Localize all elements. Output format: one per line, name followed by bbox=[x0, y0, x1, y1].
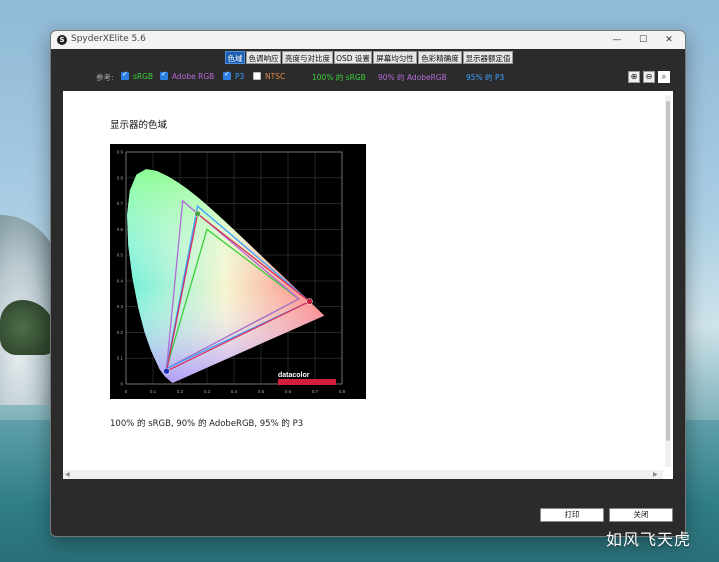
tab-brightness-contrast[interactable]: 亮度与对比度 bbox=[282, 51, 333, 64]
tab-color-accuracy[interactable]: 色彩精确度 bbox=[418, 51, 462, 64]
y-tick-label: 0.4 bbox=[117, 278, 124, 283]
y-tick-label: 0.1 bbox=[117, 356, 124, 361]
y-tick-label: 0.8 bbox=[117, 175, 124, 180]
reference-label: 参考: bbox=[96, 73, 114, 82]
title-bar[interactable]: S SpyderXElite 5.6 — ☐ ✕ bbox=[51, 31, 685, 49]
p3-label: P3 bbox=[235, 72, 245, 81]
result-p3: 95% 的 P3 bbox=[466, 73, 505, 82]
y-tick-label: 0.5 bbox=[117, 253, 124, 258]
ntsc-label: NTSC bbox=[265, 72, 286, 81]
x-tick-label: 0.8 bbox=[339, 389, 346, 394]
zoom-fit-icon[interactable]: ⌕ bbox=[658, 71, 670, 83]
reference-toolbar: 参考: sRGB Adobe RGB P3 NTSC 100% 的 sRGB 9… bbox=[51, 65, 685, 89]
x-tick-label: 0.6 bbox=[285, 389, 292, 394]
report-panel: 显示器的色域 0 0.1 0.2 0.3 0.4 0.5 0.6 0.7 0.8… bbox=[63, 91, 673, 479]
gamut-chart-svg: 0 0.1 0.2 0.3 0.4 0.5 0.6 0.7 0.8 0 0.1 0.2 0.3 0.4 0.… bbox=[117, 150, 346, 395]
x-tick-label: 0.1 bbox=[150, 389, 157, 394]
y-tick-label: 0 bbox=[120, 382, 123, 387]
scroll-right-arrow-icon[interactable]: ▶ bbox=[653, 471, 658, 478]
adobe-rgb-label: Adobe RGB bbox=[172, 72, 215, 81]
x-tick-label: 0.2 bbox=[177, 389, 184, 394]
maximize-button[interactable]: ☐ bbox=[633, 33, 653, 47]
x-tick-label: 0.5 bbox=[258, 389, 265, 394]
watermark-text: 如风飞天虎 bbox=[606, 530, 692, 549]
tab-gamut[interactable]: 色域 bbox=[225, 51, 245, 64]
tab-osd-settings[interactable]: OSD 设置 bbox=[334, 51, 372, 64]
primary-point bbox=[306, 298, 313, 305]
y-tick-label: 0.6 bbox=[117, 227, 124, 232]
app-window: S SpyderXElite 5.6 — ☐ ✕ 色域 色调响应 亮度与对比度 … bbox=[50, 30, 686, 537]
tab-bar: 色域 色调响应 亮度与对比度 OSD 设置 屏幕均匀性 色彩精确度 显示器额定值 bbox=[51, 51, 685, 65]
gamut-chart: 0 0.1 0.2 0.3 0.4 0.5 0.6 0.7 0.8 0 0.1 0.2 0.3 0.4 0.… bbox=[110, 144, 366, 399]
gamut-caption: 100% 的 sRGB, 90% 的 AdobeRGB, 95% 的 P3 bbox=[110, 419, 304, 429]
datacolor-logo: datacolor bbox=[278, 372, 310, 379]
window-title: SpyderXElite 5.6 bbox=[71, 34, 146, 44]
zoom-in-icon[interactable]: ⊕ bbox=[628, 71, 640, 83]
ntsc-checkbox[interactable] bbox=[253, 72, 261, 80]
print-button[interactable]: 打印 bbox=[540, 508, 604, 522]
spectral-locus-shade bbox=[127, 169, 325, 383]
p3-checkbox[interactable] bbox=[223, 70, 231, 80]
srgb-checkbox[interactable] bbox=[121, 70, 129, 80]
section-title: 显示器的色域 bbox=[110, 120, 168, 131]
horizontal-scrollbar[interactable]: ◀ ▶ bbox=[63, 470, 663, 479]
tab-tone-response[interactable]: 色调响应 bbox=[246, 51, 281, 64]
x-tick-label: 0.4 bbox=[231, 389, 238, 394]
zoom-out-icon[interactable]: ⊖ bbox=[643, 71, 655, 83]
vertical-scrollbar[interactable] bbox=[665, 95, 671, 467]
app-logo-icon: S bbox=[57, 35, 67, 45]
vertical-scroll-thumb[interactable] bbox=[666, 101, 670, 441]
datacolor-logo-bar bbox=[278, 379, 336, 385]
tab-display-rating[interactable]: 显示器额定值 bbox=[463, 51, 513, 64]
scroll-left-arrow-icon[interactable]: ◀ bbox=[65, 471, 70, 478]
close-button[interactable]: 关闭 bbox=[609, 508, 673, 522]
x-tick-label: 0.7 bbox=[312, 389, 319, 394]
primary-point bbox=[194, 210, 201, 218]
primary-point bbox=[163, 367, 170, 375]
y-tick-label: 0.2 bbox=[117, 330, 124, 335]
y-tick-label: 0.9 bbox=[117, 150, 124, 155]
x-tick-label: 0.3 bbox=[204, 389, 211, 394]
minimize-button[interactable]: — bbox=[607, 33, 627, 47]
tab-screen-uniformity[interactable]: 屏幕均匀性 bbox=[373, 51, 417, 64]
y-tick-label: 0.7 bbox=[117, 201, 124, 206]
result-adobe-rgb: 90% 的 AdobeRGB bbox=[378, 73, 447, 82]
result-srgb: 100% 的 sRGB bbox=[312, 73, 366, 82]
adobe-rgb-checkbox[interactable] bbox=[160, 70, 168, 80]
x-tick-label: 0 bbox=[125, 389, 128, 394]
close-window-button[interactable]: ✕ bbox=[659, 33, 679, 47]
y-tick-label: 0.3 bbox=[117, 304, 124, 309]
srgb-label: sRGB bbox=[133, 72, 154, 81]
